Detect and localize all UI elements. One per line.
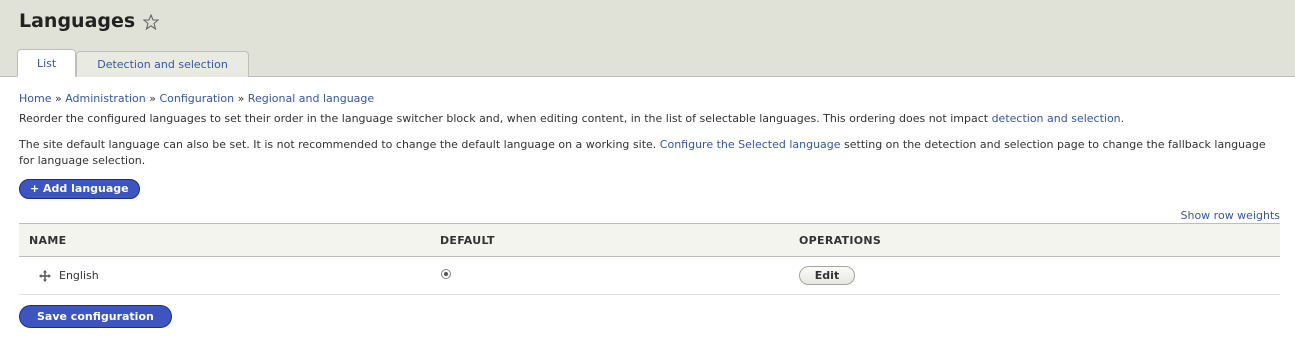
page-title-text: Languages bbox=[19, 10, 136, 32]
tab-detection-and-selection[interactable]: Detection and selection bbox=[76, 51, 249, 77]
breadcrumb-separator: » bbox=[149, 92, 156, 105]
breadcrumb-administration[interactable]: Administration bbox=[65, 92, 146, 105]
column-header-default: DEFAULT bbox=[430, 223, 789, 257]
description-ordering-text: Reorder the configured languages to set … bbox=[19, 112, 989, 125]
show-row-weights-link[interactable]: Show row weights bbox=[1181, 209, 1281, 222]
tab-list[interactable]: List bbox=[17, 49, 77, 77]
breadcrumb-separator: » bbox=[54, 92, 62, 105]
description-default-language: The site default language can also be se… bbox=[19, 137, 1280, 169]
configure-selected-language-link[interactable]: Configure the Selected language bbox=[660, 138, 841, 151]
table-header-row: NAME DEFAULT OPERATIONS bbox=[19, 223, 1280, 257]
default-cell bbox=[430, 256, 789, 295]
description-default-text: The site default language can also be se… bbox=[19, 138, 657, 151]
edit-button[interactable]: Edit bbox=[799, 266, 855, 285]
default-language-radio[interactable] bbox=[441, 269, 451, 279]
drag-handle-icon[interactable] bbox=[39, 269, 51, 282]
save-configuration-button[interactable]: Save configuration bbox=[19, 305, 172, 328]
breadcrumb-configuration[interactable]: Configuration bbox=[159, 92, 234, 105]
operations-cell: Edit bbox=[789, 256, 1280, 295]
description-ordering-end: . bbox=[1120, 112, 1125, 125]
primary-tabs: List Detection and selection bbox=[17, 49, 249, 77]
column-header-operations: OPERATIONS bbox=[789, 223, 1280, 257]
row-weights-toggle-container: Show row weights bbox=[19, 209, 1281, 222]
table-row: English Edit bbox=[19, 256, 1280, 295]
main-content: Home » Administration » Configuration » … bbox=[0, 92, 1295, 328]
name-cell: English bbox=[19, 256, 430, 295]
breadcrumb-regional-and-language[interactable]: Regional and language bbox=[248, 92, 374, 105]
description-ordering: Reorder the configured languages to set … bbox=[19, 111, 1280, 127]
breadcrumb-home[interactable]: Home bbox=[19, 92, 51, 105]
column-header-name: NAME bbox=[19, 223, 430, 257]
page-title: Languages bbox=[19, 10, 160, 32]
page-header: Languages List Detection and selection bbox=[0, 0, 1295, 77]
breadcrumb-separator: » bbox=[237, 92, 245, 105]
breadcrumb: Home » Administration » Configuration » … bbox=[19, 92, 1280, 105]
detection-and-selection-link[interactable]: detection and selection bbox=[992, 112, 1121, 125]
languages-table: NAME DEFAULT OPERATIONS English Edit bbox=[19, 223, 1280, 295]
language-name: English bbox=[59, 269, 99, 282]
star-icon[interactable] bbox=[142, 13, 160, 31]
add-language-button[interactable]: + Add language bbox=[19, 179, 140, 199]
